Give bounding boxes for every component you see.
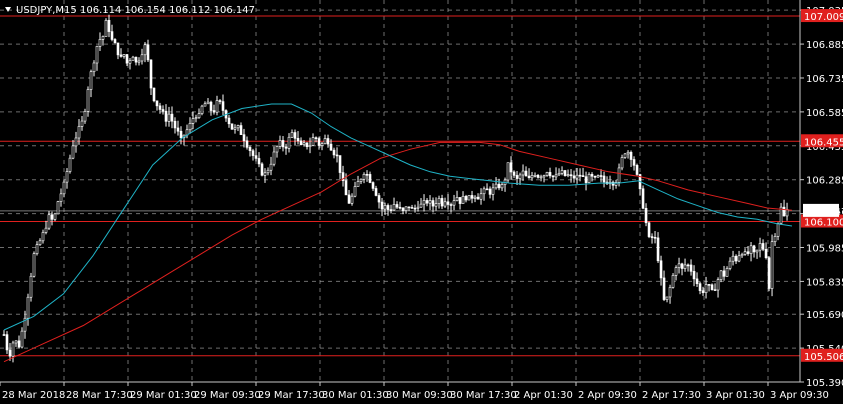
candle: [152, 87, 156, 103]
ohlc-values-label: 106.114 106.154 106.112 106.147: [80, 5, 255, 16]
candle: [671, 273, 675, 289]
y-tick-label: 106.285: [806, 176, 843, 187]
level-label: 106.455: [804, 137, 843, 148]
x-tick-label: 3 Apr 09:30: [770, 390, 829, 401]
candle: [506, 162, 510, 183]
candle: [56, 200, 60, 215]
x-tick-label: 3 Apr 01:30: [706, 390, 765, 401]
level-label: 106.100: [804, 218, 843, 229]
candle: [767, 256, 771, 292]
candle: [260, 162, 264, 177]
x-tick-label: 29 Mar 01:30: [130, 390, 197, 401]
current-price-label: 106.147: [806, 207, 843, 218]
x-tick-label: 28 Mar 17:30: [66, 390, 133, 401]
candle: [29, 272, 33, 302]
x-tick-label: 2 Apr 01:30: [514, 390, 573, 401]
symbol-timeframe-label: USDJPY,M15: [16, 5, 77, 16]
x-tick-label: 2 Apr 17:30: [642, 390, 701, 401]
y-tick-label: 106.735: [806, 74, 843, 85]
candle: [230, 123, 234, 130]
chart-window[interactable]: 107.035106.885106.735106.585106.435106.2…: [0, 0, 843, 404]
x-tick-label: 29 Mar 17:30: [258, 390, 325, 401]
x-tick-label: 2 Apr 09:30: [578, 390, 637, 401]
candle: [635, 163, 639, 176]
y-tick-label: 106.585: [806, 108, 843, 119]
y-tick-label: 105.985: [806, 244, 843, 255]
x-tick-label: 30 Mar 01:30: [322, 390, 389, 401]
candle: [770, 234, 774, 297]
x-tick-label: 28 Mar 2018: [2, 390, 65, 401]
current-price-marker: 106.147: [803, 203, 843, 218]
candle: [641, 185, 645, 210]
y-tick-label: 105.690: [806, 310, 843, 321]
candle: [32, 251, 36, 278]
y-tick-label: 106.885: [806, 40, 843, 51]
candle: [200, 104, 204, 116]
x-tick-label: 29 Mar 09:30: [194, 390, 261, 401]
y-tick-label: 105.390: [806, 378, 843, 389]
y-tick-label: 105.835: [806, 277, 843, 288]
candle: [563, 169, 567, 177]
level-label: 107.009: [804, 12, 843, 23]
candle: [647, 221, 651, 239]
x-tick-label: 30 Mar 17:30: [450, 390, 517, 401]
candle: [467, 195, 471, 201]
price-chart[interactable]: 107.035106.885106.735106.585106.435106.2…: [0, 0, 843, 404]
x-tick-label: 30 Mar 09:30: [386, 390, 453, 401]
candle: [104, 18, 108, 37]
chart-header: USDJPY,M15 106.114 106.154 106.112 106.1…: [5, 5, 255, 16]
level-label: 105.506: [804, 352, 843, 363]
